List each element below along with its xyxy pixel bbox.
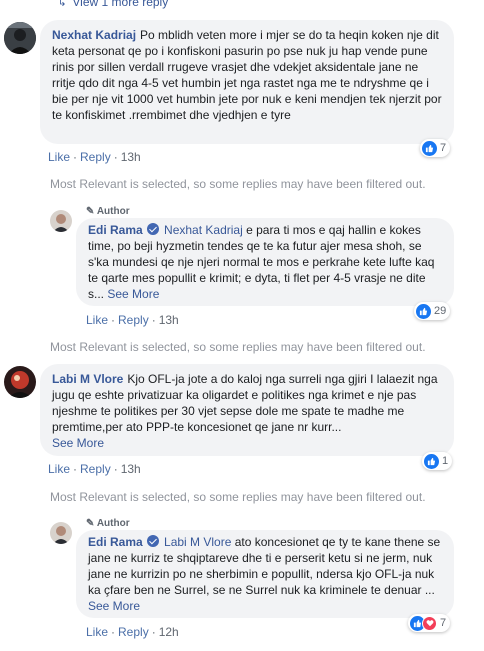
verified-badge-icon — [146, 535, 159, 547]
comment-text: Po mblidh veten more i mjer se do ta heq… — [52, 28, 442, 122]
like-reaction-icon — [424, 453, 439, 469]
reply-link[interactable]: Reply — [118, 313, 149, 327]
reaction-count[interactable]: 7 — [408, 614, 451, 632]
comment-timestamp[interactable]: 13h — [159, 313, 179, 327]
avatar[interactable] — [50, 522, 72, 544]
reply-link[interactable]: Reply — [80, 462, 111, 476]
like-link[interactable]: Like — [86, 625, 108, 639]
filter-notice: Most Relevant is selected, so some repli… — [50, 177, 426, 191]
comment-actions: Like · Reply · 12h — [86, 625, 179, 639]
comment-bubble: Labi M Vlore Kjo OFL-ja jote a do kaloj n… — [40, 364, 454, 456]
comment-bubble: Nexhat Kadriaj Po mblidh veten more i mje… — [40, 20, 454, 144]
reply-arrow-icon: ↳ — [58, 0, 67, 9]
see-more-link[interactable]: See More — [107, 287, 159, 301]
reply-link[interactable]: Reply — [80, 150, 111, 164]
comment-author-link[interactable]: Nexhat Kadriaj — [52, 28, 136, 42]
mention-link[interactable]: Nexhat Kadriaj — [164, 223, 243, 237]
author-badge: ✎ Author — [86, 206, 130, 217]
like-reaction-icon — [422, 140, 437, 156]
like-link[interactable]: Like — [48, 462, 70, 476]
reaction-count[interactable]: 7 — [420, 139, 451, 157]
reply-bubble: Edi Rama Labi M Vlore ato koncesionet qe… — [76, 530, 454, 618]
see-more-link[interactable]: See More — [88, 599, 140, 613]
comment-actions: Like · Reply · 13h — [48, 462, 141, 476]
reply-link[interactable]: Reply — [118, 625, 149, 639]
reaction-count[interactable]: 1 — [422, 452, 453, 470]
filter-notice: Most Relevant is selected, so some repli… — [50, 340, 426, 354]
love-reaction-icon — [422, 615, 437, 631]
comment-timestamp[interactable]: 13h — [121, 150, 141, 164]
see-more-link[interactable]: See More — [52, 436, 104, 450]
comment-author-link[interactable]: Edi Rama — [88, 535, 143, 549]
avatar[interactable] — [50, 210, 72, 232]
verified-badge-icon — [146, 223, 159, 235]
like-link[interactable]: Like — [48, 150, 70, 164]
avatar[interactable] — [4, 366, 36, 398]
comment-actions: Like · Reply · 13h — [86, 313, 179, 327]
pencil-icon: ✎ — [86, 206, 95, 217]
reaction-count[interactable]: 29 — [414, 302, 451, 320]
avatar[interactable] — [4, 22, 36, 54]
filter-notice: Most Relevant is selected, so some repli… — [50, 490, 426, 504]
mention-link[interactable]: Labi M Vlore — [164, 535, 231, 549]
comment-author-link[interactable]: Edi Rama — [88, 223, 143, 237]
pencil-icon: ✎ — [86, 518, 95, 529]
comment-timestamp[interactable]: 12h — [159, 625, 179, 639]
author-badge: ✎ Author — [86, 518, 130, 529]
comment-author-link[interactable]: Labi M Vlore — [52, 372, 123, 386]
comment-timestamp[interactable]: 13h — [121, 462, 141, 476]
like-reaction-icon — [416, 303, 431, 319]
like-link[interactable]: Like — [86, 313, 108, 327]
comment-actions: Like · Reply · 13h — [48, 150, 141, 164]
view-more-replies-link[interactable]: ↳ View 1 more reply — [58, 0, 168, 9]
reply-bubble: Edi Rama Nexhat Kadriaj e para ti mos e … — [76, 218, 454, 306]
